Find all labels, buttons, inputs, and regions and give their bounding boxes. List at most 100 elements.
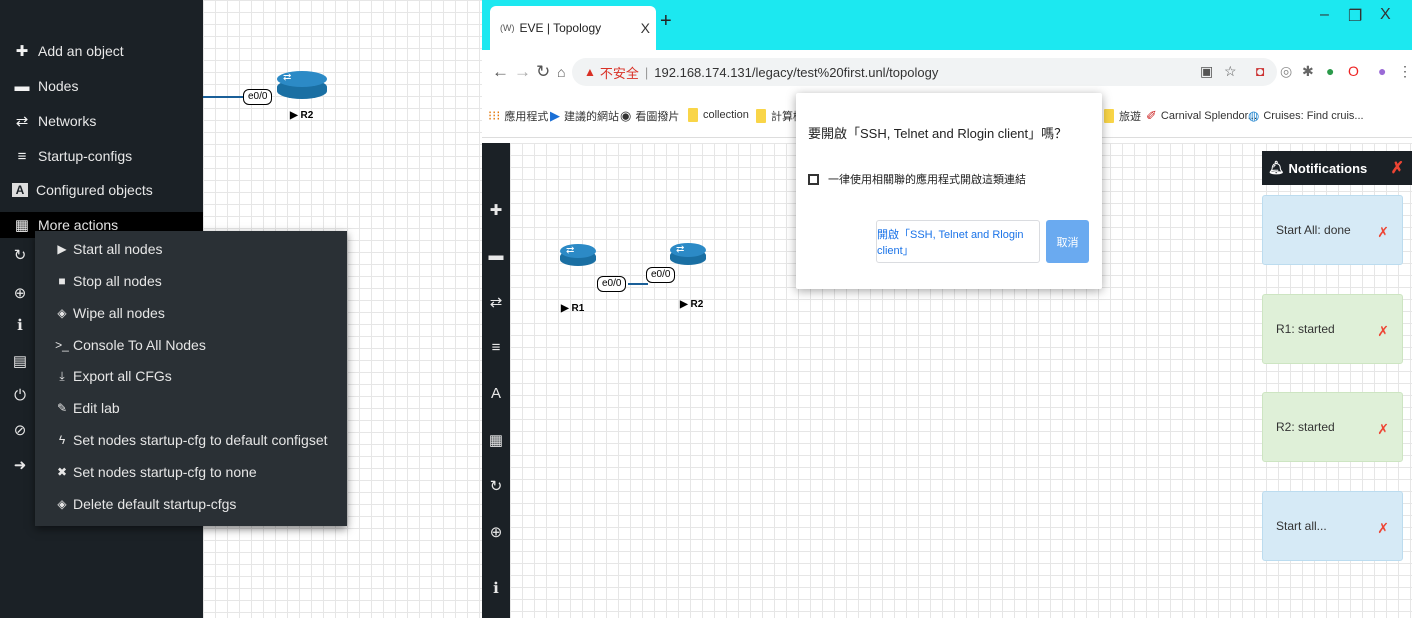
node-label-r2: ▶ R2 <box>680 299 704 310</box>
address-bar[interactable]: ▲ 不安全 | 192.168.174.131/legacy/test%20fi… <box>572 58 1277 86</box>
zoom-icon[interactable]: ⊕ <box>486 523 506 541</box>
menu-edit-lab[interactable]: ✎ Edit lab <box>55 397 120 419</box>
list-icon[interactable]: ▤ <box>10 352 30 370</box>
minimize-button[interactable]: – <box>1320 6 1329 24</box>
bing-icon: ▶ <box>550 108 560 123</box>
folder-icon <box>688 108 698 122</box>
menu-set-startup-none[interactable]: ✖ Set nodes startup-cfg to none <box>55 461 257 483</box>
bookmark-travel[interactable]: 旅遊 <box>1104 108 1141 124</box>
bookmark-carnival[interactable]: ✐ Carnival Splendor... <box>1146 108 1257 124</box>
align-left-icon[interactable]: ≡ <box>486 339 506 356</box>
pocket-icon[interactable]: ◘ <box>1256 63 1264 79</box>
dismiss-icon[interactable]: ✗ <box>1377 224 1389 241</box>
restore-button[interactable]: ❐ <box>1348 6 1362 26</box>
notification-item: R1: started ✗ <box>1262 294 1403 364</box>
eve-collapsed-sidebar: ✚ ▬ ⇄ ≡ A ▦ ↻ ⊕ ℹ <box>482 143 510 618</box>
font-icon[interactable]: A <box>486 385 506 402</box>
bookmark-gallery[interactable]: ◉ 看圖撥片 <box>620 108 679 124</box>
r2-interface-label: e0/0 <box>646 267 676 283</box>
extension-icon[interactable]: ◎ <box>1280 63 1292 80</box>
router-r2-icon[interactable]: ⇄ <box>670 243 706 265</box>
new-tab-button[interactable]: + <box>660 10 672 33</box>
url-text: 192.168.174.131/legacy/test%20first.unl/… <box>654 64 939 80</box>
sidebar-item-nodes[interactable]: ▬ Nodes <box>12 73 79 99</box>
sidebar-item-networks[interactable]: ⇄ Networks <box>12 108 97 134</box>
zoom-icon[interactable]: ⊕ <box>10 284 30 302</box>
menu-item-label: Delete default startup-cfgs <box>73 496 237 512</box>
menu-item-label: Edit lab <box>73 400 120 416</box>
menu-wipe-all-nodes[interactable]: ◈ Wipe all nodes <box>55 302 165 324</box>
r1-interface-label: e0/0 <box>597 276 627 292</box>
reload-button[interactable]: ↻ <box>536 62 550 82</box>
menu-delete-default-startup[interactable]: ◈ Delete default startup-cfgs <box>55 493 236 515</box>
dismiss-icon[interactable]: ✗ <box>1377 323 1389 340</box>
th-icon[interactable]: ▦ <box>486 431 506 449</box>
router-r2-icon[interactable]: ⇄ <box>277 71 327 99</box>
notification-item: Start all... ✗ <box>1262 491 1403 561</box>
bookmark-suggested[interactable]: ▶ 建議的網站 <box>550 108 619 124</box>
tab-title: EVE | Topology <box>519 21 602 35</box>
translate-icon[interactable]: ▣ <box>1200 63 1213 80</box>
refresh-icon[interactable]: ↻ <box>486 477 506 495</box>
forward-button[interactable]: → <box>514 62 531 82</box>
always-open-row[interactable]: 一律使用相關聯的應用程式開啟這類連結 <box>808 171 1026 187</box>
info-icon[interactable]: ℹ <box>10 316 30 334</box>
bookmark-label: 看圖撥片 <box>635 111 680 123</box>
puzzle-icon[interactable]: ✱ <box>1302 63 1314 80</box>
menu-item-label: Wipe all nodes <box>73 305 165 321</box>
bookmark-label: 旅遊 <box>1119 111 1141 123</box>
menu-kebab-icon[interactable]: ⋮ <box>1398 63 1412 80</box>
play-icon: ▶ <box>57 242 67 256</box>
sign-out-icon[interactable]: ➜ <box>10 456 30 474</box>
bookmark-collection[interactable]: collection <box>688 108 749 122</box>
insecure-label: 不安全 <box>599 65 639 81</box>
check-circle-icon[interactable]: ⊘ <box>10 421 30 439</box>
close-window-button[interactable]: X <box>1380 6 1391 24</box>
dismiss-icon[interactable]: ✗ <box>1377 520 1389 537</box>
laptop-icon[interactable]: ▬ <box>486 247 506 264</box>
back-button[interactable]: ← <box>492 62 509 82</box>
router-r1-icon[interactable]: ⇄ <box>560 244 596 266</box>
eraser-icon: ◈ <box>57 306 67 320</box>
checkbox-label: 一律使用相關聯的應用程式開啟這類連結 <box>828 174 1026 186</box>
notification-item: Start All: done ✗ <box>1262 195 1403 265</box>
bookmark-cruises[interactable]: ◍ Cruises: Find cruis... <box>1248 108 1364 124</box>
bookmark-star-icon[interactable]: ☆ <box>1224 63 1237 80</box>
refresh-icon[interactable]: ↻ <box>10 246 30 264</box>
menu-export-all-cfgs[interactable]: ⤓ Export all CFGs <box>55 365 171 387</box>
power-icon[interactable]: ⏻ <box>10 387 30 404</box>
plus-icon[interactable]: ✚ <box>486 201 506 219</box>
external-protocol-dialog: 要開啟「SSH, Telnet and Rlogin client」嗎？ 一律使… <box>796 93 1102 289</box>
profile-avatar[interactable]: ● <box>1378 63 1386 79</box>
cancel-button[interactable]: 取消 <box>1046 220 1089 263</box>
opera-icon[interactable]: O <box>1348 63 1359 79</box>
bookmark-apps[interactable]: ⁝⁝⁝ 應用程式 <box>488 108 548 124</box>
align-left-icon: ≡ <box>17 147 27 165</box>
interface-label: e0/0 <box>243 89 273 105</box>
close-notifications-icon[interactable]: ✗ <box>1391 158 1404 178</box>
bookmark-label: Cruises: Find cruis... <box>1263 110 1364 122</box>
tab-close-icon[interactable]: X <box>641 20 650 36</box>
menu-set-startup-default[interactable]: ϟ Set nodes startup-cfg to default config… <box>55 429 328 451</box>
dismiss-icon[interactable]: ✗ <box>1377 421 1389 438</box>
open-app-button[interactable]: 開啟「SSH, Telnet and Rlogin client」 <box>876 220 1040 263</box>
tab-bar: (W) EVE | Topology X + – ❐ X <box>482 0 1412 50</box>
sidebar-item-startup-configs[interactable]: ≡ Startup-configs <box>12 143 133 169</box>
info-icon[interactable]: ℹ <box>486 579 506 597</box>
sidebar-item-add-object[interactable]: ✚ Add an object <box>12 38 124 64</box>
notification-text: R1: started <box>1276 322 1335 336</box>
eraser-icon: ◈ <box>57 497 67 511</box>
menu-stop-all-nodes[interactable]: ■ Stop all nodes <box>55 270 161 292</box>
browser-tab[interactable]: (W) EVE | Topology X <box>490 6 656 50</box>
node-label-r1: ▶ R1 <box>561 303 585 314</box>
always-open-checkbox[interactable] <box>808 173 819 185</box>
menu-console-all-nodes[interactable]: >_ Console To All Nodes <box>55 334 206 356</box>
exchange-icon: ⇄ <box>15 113 29 130</box>
menu-item-label: Start all nodes <box>73 241 163 257</box>
font-icon: A <box>12 183 28 197</box>
grammarly-icon[interactable]: ● <box>1326 63 1334 79</box>
menu-start-all-nodes[interactable]: ▶ Start all nodes <box>55 238 163 260</box>
home-button[interactable]: ⌂ <box>557 64 565 80</box>
exchange-icon[interactable]: ⇄ <box>486 293 506 311</box>
sidebar-item-configured-objects[interactable]: A Configured objects <box>12 177 153 203</box>
